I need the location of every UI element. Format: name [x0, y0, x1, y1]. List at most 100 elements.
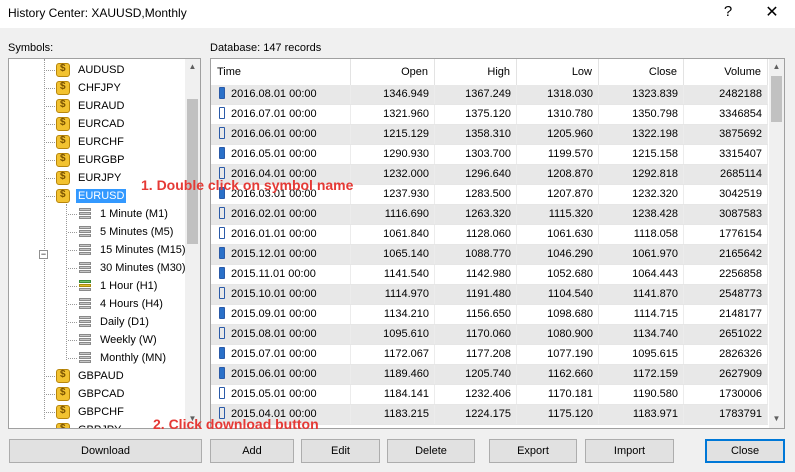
edit-button[interactable]: Edit	[301, 439, 380, 463]
tree-item-symbol[interactable]: EURCHF	[46, 133, 126, 151]
cell-value: 1114.970	[384, 288, 429, 300]
tree-item-timeframe[interactable]: 15 Minutes (M15)	[68, 241, 188, 259]
table-row[interactable]: 2015.06.01 00:00 1189.460 1205.740 1162.660…	[211, 365, 768, 385]
cell-value: 1172.067	[383, 348, 429, 360]
table-row[interactable]: 2016.01.01 00:00 1061.840 1128.060 1061.630…	[211, 225, 768, 245]
cell-value: 1232.406	[465, 388, 511, 400]
tree-item-label: 15 Minutes (M15)	[100, 244, 186, 256]
table-row[interactable]: 2016.08.01 00:00 1346.949 1367.249 1318.030…	[211, 85, 768, 105]
table-row[interactable]: 2015.12.01 00:00 1065.140 1088.770 1046.290…	[211, 245, 768, 265]
table-row[interactable]: 2016.07.01 00:00 1321.960 1375.120 1310.780…	[211, 105, 768, 125]
table-cell: 1283.500	[435, 185, 517, 204]
table-cell: 1141.870	[599, 285, 684, 304]
table-scrollbar[interactable]: ▲ ▼	[769, 59, 784, 428]
table-row[interactable]: 2015.07.01 00:00 1172.067 1177.208 1077.190…	[211, 345, 768, 365]
tree-item-timeframe[interactable]: 1 Hour (H1)	[68, 277, 159, 295]
tree-item-symbol[interactable]: GBPCHF	[46, 403, 126, 421]
tree-item-symbol[interactable]: AUDUSD	[46, 61, 126, 79]
column-header[interactable]: Open	[351, 59, 435, 85]
help-icon[interactable]: ?	[721, 3, 735, 23]
table-row[interactable]: 2016.05.01 00:00 1290.930 1303.700 1199.570…	[211, 145, 768, 165]
scroll-down-icon[interactable]: ▼	[769, 414, 784, 423]
cell-value: 1215.129	[383, 128, 429, 140]
download-button[interactable]: Download	[9, 439, 202, 463]
table-row[interactable]: 2016.06.01 00:00 1215.129 1358.310 1205.960…	[211, 125, 768, 145]
tree-item-symbol[interactable]: CHFJPY	[46, 79, 123, 97]
candle-icon	[219, 267, 225, 279]
tree-item-timeframe[interactable]: 1 Minute (M1)	[68, 205, 170, 223]
cell-value: 1292.818	[632, 168, 678, 180]
add-button[interactable]: Add	[210, 439, 294, 463]
candle-icon	[219, 107, 225, 119]
symbol-coin-icon	[56, 189, 70, 203]
export-button[interactable]: Export	[489, 439, 577, 463]
column-header[interactable]: Time	[211, 59, 351, 85]
cell-value: 1191.480	[465, 288, 511, 300]
tree-item-symbol-selected[interactable]: EURUSD	[46, 187, 128, 205]
tree-item-symbol[interactable]: EURCAD	[46, 115, 126, 133]
table-cell: 1104.540	[517, 285, 599, 304]
tree-item-timeframe[interactable]: Monthly (MN)	[68, 349, 168, 367]
symbol-coin-icon	[56, 153, 70, 167]
table-row[interactable]: 2015.08.01 00:00 1095.610 1170.060 1080.900…	[211, 325, 768, 345]
cell-value: 2627909	[719, 368, 762, 380]
close-icon[interactable]: ✕	[762, 2, 782, 24]
cell-value: 2482188	[719, 88, 762, 100]
tree-item-label: EURCHF	[78, 136, 124, 148]
table-cell: 1776154	[684, 225, 768, 244]
table-cell: 1215.158	[599, 145, 684, 164]
tree-item-symbol[interactable]: EURAUD	[46, 97, 126, 115]
tree-item-timeframe[interactable]: 5 Minutes (M5)	[68, 223, 175, 241]
candle-icon	[219, 287, 225, 299]
scroll-up-icon[interactable]: ▲	[185, 62, 200, 71]
table-cell: 1156.650	[435, 305, 517, 324]
column-header[interactable]: Volume	[684, 59, 768, 85]
tree-item-timeframe[interactable]: Daily (D1)	[68, 313, 151, 331]
tree-item-timeframe[interactable]: 30 Minutes (M30)	[68, 259, 188, 277]
table-cell: 1162.660	[517, 365, 599, 384]
tree-item-label: 5 Minutes (M5)	[100, 226, 174, 238]
table-row[interactable]: 2015.11.01 00:00 1141.540 1142.980 1052.680…	[211, 265, 768, 285]
candle-icon	[219, 87, 225, 99]
symbol-coin-icon	[56, 423, 70, 428]
tree-scroll-thumb[interactable]	[187, 99, 198, 244]
delete-button[interactable]: Delete	[387, 439, 475, 463]
collapse-icon[interactable]: −	[39, 250, 48, 259]
import-button[interactable]: Import	[585, 439, 674, 463]
table-scroll-thumb[interactable]	[771, 76, 782, 122]
table-cell: 3087583	[684, 205, 768, 224]
cell-value: 2015.05.01 00:00	[231, 388, 317, 400]
tree-item-symbol[interactable]: EURGBP	[46, 151, 126, 169]
cell-value: 1162.660	[547, 368, 593, 380]
cell-value: 2016.06.01 00:00	[231, 128, 317, 140]
table-row[interactable]: 2015.09.01 00:00 1134.210 1156.650 1098.680…	[211, 305, 768, 325]
table-row[interactable]: 2015.10.01 00:00 1114.970 1191.480 1104.540…	[211, 285, 768, 305]
table-cell: 3042519	[684, 185, 768, 204]
close-button[interactable]: Close	[705, 439, 785, 463]
column-header[interactable]: High	[435, 59, 517, 85]
table-cell: 1114.715	[599, 305, 684, 324]
tree-item-timeframe[interactable]: Weekly (W)	[68, 331, 159, 349]
cell-value: 1189.460	[383, 368, 429, 380]
column-header[interactable]: Close	[599, 59, 684, 85]
history-table[interactable]: Time Open High Low Close Volume 2016.08.01 00…	[210, 58, 785, 429]
tree-item-symbol[interactable]: GBPCAD	[46, 385, 126, 403]
table-row[interactable]: 2015.05.01 00:00 1184.141 1232.406 1170.181…	[211, 385, 768, 405]
tree-item-symbol[interactable]: GBPAUD	[46, 367, 126, 385]
column-header[interactable]: Low	[517, 59, 599, 85]
table-cell: 1375.120	[435, 105, 517, 124]
tree-item-label: 1 Hour (H1)	[100, 280, 158, 292]
table-cell: 1318.030	[517, 85, 599, 104]
table-row[interactable]: 2016.02.01 00:00 1116.690 1263.320 1115.320…	[211, 205, 768, 225]
tree-item-timeframe[interactable]: 4 Hours (H4)	[68, 295, 165, 313]
cell-value: 1323.839	[632, 88, 678, 100]
symbols-tree[interactable]: − ▲ ▼ AUDUSDCHFJPYEURAUDEURCADEURCHFEURG…	[8, 58, 201, 429]
tree-item-symbol[interactable]: EURJPY	[46, 169, 123, 187]
scroll-up-icon[interactable]: ▲	[769, 62, 784, 71]
table-cell: 1290.930	[351, 145, 435, 164]
table-cell: 1077.190	[517, 345, 599, 364]
tree-item-symbol[interactable]: GBPJPY	[56, 421, 123, 428]
table-cell: 2015.07.01 00:00	[211, 345, 351, 364]
table-cell: 1170.181	[517, 385, 599, 404]
cell-value: 1350.798	[632, 108, 678, 120]
